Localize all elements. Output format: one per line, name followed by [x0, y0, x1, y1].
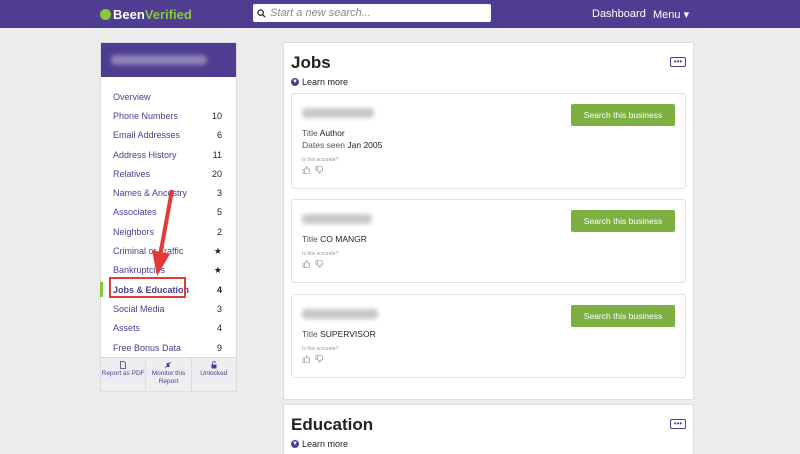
sidebar-item-count: ★ — [213, 264, 222, 275]
search-business-button[interactable]: Search this business — [571, 210, 675, 232]
sidebar-item[interactable]: Overview — [101, 87, 236, 106]
sidebar-item-label: Phone Numbers — [113, 110, 179, 121]
chevron-down-icon: ▼ — [291, 78, 299, 86]
thumbs-down-icon[interactable] — [315, 166, 324, 174]
thumbs-up-icon[interactable] — [302, 260, 311, 268]
job-dates-row: Dates seen Jan 2005 — [302, 140, 382, 150]
sidebar-item-count: 11 — [212, 149, 222, 160]
title-label: Title — [302, 234, 318, 244]
learn-more-toggle[interactable]: ▼ Learn more — [291, 439, 348, 449]
job-title-row: Title SUPERVISOR — [302, 329, 376, 339]
sidebar-item[interactable]: Phone Numbers 10 — [101, 106, 236, 125]
learn-more-toggle[interactable]: ▼ Learn more — [291, 77, 348, 87]
more-options-button[interactable]: ••• — [670, 57, 686, 67]
search-icon — [257, 8, 266, 18]
sidebar-item-label: Assets — [113, 323, 141, 334]
logo-text-been: Been — [113, 7, 145, 22]
sidebar-item-count: 6 — [216, 130, 222, 141]
redacted-employer — [302, 309, 378, 319]
learn-more-label: Learn more — [302, 439, 349, 449]
unlocked-label: Unlocked — [200, 370, 228, 377]
sidebar-item[interactable]: Assets 4 — [101, 319, 236, 338]
job-entry: Search this business Title CO MANGR Is t… — [291, 199, 686, 283]
title-value: Author — [319, 128, 345, 138]
title-value: CO MANGR — [320, 234, 367, 244]
job-entry: Search this business Title SUPERVISOR Is… — [291, 294, 686, 378]
unlocked-button[interactable]: Unlocked — [192, 358, 236, 391]
top-navbar: BeenVerified Dashboard Menu ▾ — [0, 0, 800, 28]
accuracy-prompt: Is this accurate? — [302, 157, 339, 163]
bell-off-icon — [165, 361, 172, 369]
thumbs-up-icon[interactable] — [302, 166, 311, 174]
sidebar-item-label: Neighbors — [113, 226, 155, 237]
sidebar-item[interactable]: Address History 11 — [101, 145, 236, 164]
sidebar-item[interactable]: Social Media 3 — [101, 299, 236, 318]
job-title-row: Title CO MANGR — [302, 234, 367, 244]
sidebar-item-count: 10 — [211, 110, 222, 121]
accuracy-feedback — [302, 355, 324, 363]
search-input[interactable] — [270, 7, 485, 19]
title-label: Title — [302, 128, 318, 138]
accuracy-feedback — [302, 260, 324, 268]
redacted-employer — [302, 214, 372, 224]
redacted-employer — [302, 108, 374, 118]
sidebar-item-count: ★ — [213, 245, 222, 256]
dashboard-link[interactable]: Dashboard — [592, 8, 646, 20]
document-icon — [120, 361, 127, 369]
job-title-row: Title Author — [302, 128, 345, 138]
job-entry: Search this business Title Author Dates … — [291, 93, 686, 189]
logo-icon — [100, 9, 111, 20]
learn-more-label: Learn more — [302, 77, 349, 87]
unlock-icon — [211, 361, 217, 369]
search-business-button[interactable]: Search this business — [571, 104, 675, 126]
redacted-person-name — [111, 55, 207, 65]
accuracy-prompt: Is this accurate? — [302, 251, 339, 257]
dates-value: Jan 2005 — [347, 140, 383, 150]
accuracy-feedback — [302, 166, 324, 174]
section-title: Education — [291, 415, 374, 434]
sidebar-footer: Report as PDF Monitor this Report Unlock… — [101, 357, 236, 391]
sidebar-item[interactable]: Free Bonus Data 9 — [101, 338, 236, 357]
search-business-button[interactable]: Search this business — [571, 305, 675, 327]
jobs-section: Jobs ••• ▼ Learn more Search this busine… — [283, 42, 694, 400]
sidebar-item-label: Relatives — [113, 168, 151, 179]
title-label: Title — [302, 329, 318, 339]
sidebar-item-count: 20 — [211, 168, 222, 179]
annotation-highlight-box — [109, 277, 186, 298]
menu-dropdown[interactable]: Menu ▾ — [653, 8, 689, 21]
section-title: Jobs — [291, 53, 331, 72]
education-section: Education ••• ▼ Learn more — [283, 404, 694, 454]
report-pdf-button[interactable]: Report as PDF — [101, 358, 147, 391]
thumbs-up-icon[interactable] — [302, 355, 311, 363]
sidebar-item-label: Social Media — [113, 303, 165, 314]
sidebar-item-count: 3 — [216, 303, 222, 314]
sidebar-item-count: 2 — [216, 226, 222, 237]
logo-text-verified: Verified — [144, 7, 192, 22]
sidebar-item-label: Email Addresses — [113, 130, 181, 141]
monitor-report-label: Monitor this Report — [151, 370, 186, 385]
more-options-button[interactable]: ••• — [670, 419, 686, 429]
sidebar-item-count: 4 — [216, 323, 222, 334]
dates-label: Dates seen — [302, 140, 345, 150]
sidebar-item-count: 9 — [216, 342, 222, 353]
search-bar — [253, 4, 491, 22]
thumbs-down-icon[interactable] — [315, 355, 324, 363]
annotation-arrow — [152, 189, 174, 276]
thumbs-down-icon[interactable] — [315, 260, 324, 268]
report-pdf-label: Report as PDF — [101, 370, 145, 377]
chevron-down-icon: ▼ — [291, 440, 299, 448]
sidebar-item-count: 4 — [216, 284, 222, 295]
accuracy-prompt: Is this accurate? — [302, 346, 339, 352]
sidebar-header — [101, 43, 236, 77]
sidebar-item[interactable]: Relatives 20 — [101, 164, 236, 183]
sidebar-item-label: Address History — [113, 149, 177, 160]
monitor-report-button[interactable]: Monitor this Report — [146, 358, 192, 391]
title-value: SUPERVISOR — [320, 329, 376, 339]
sidebar-item-label: Free Bonus Data — [113, 342, 182, 353]
sidebar-item-count: 5 — [216, 207, 222, 218]
sidebar-item-count: 3 — [216, 188, 222, 199]
sidebar-item-label: Overview — [113, 91, 151, 102]
beenverified-logo[interactable]: Been Verified — [100, 7, 192, 22]
sidebar-item[interactable]: Email Addresses 6 — [101, 126, 236, 145]
